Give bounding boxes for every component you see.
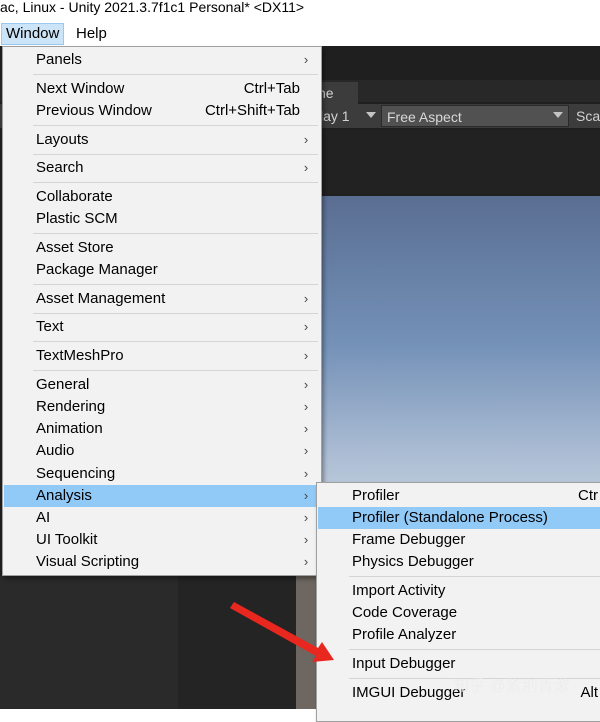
watermark: 知乎 @紫荆青漱: [453, 678, 570, 695]
annotation-arrow-icon: [230, 602, 334, 662]
annotation-arrow-shape: [230, 602, 334, 662]
